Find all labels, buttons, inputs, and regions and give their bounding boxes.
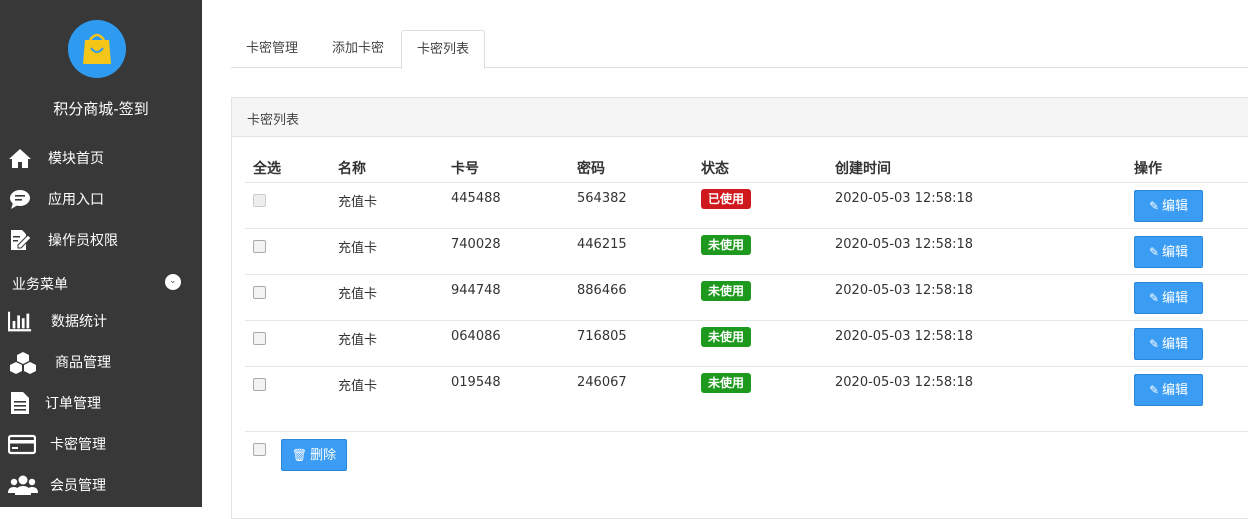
header-actions: 操作 — [1134, 161, 1162, 177]
cubes-icon — [10, 352, 36, 374]
cell-name: 充值卡 — [338, 379, 378, 394]
sidebar-item-label: 商品管理 — [55, 355, 111, 371]
credit-card-icon — [8, 434, 36, 455]
header-status: 状态 — [701, 161, 729, 177]
sidebar: 积分商城-签到 模块首页 应用入口 操作员权限 业务菜单 ⌄ 数据统计 商品管理… — [0, 0, 202, 507]
sidebar-item-cards[interactable]: 卡密管理 — [0, 429, 202, 459]
cell-password: 716805 — [577, 329, 627, 344]
sidebar-item-label: 会员管理 — [50, 478, 106, 494]
sidebar-item-label: 数据统计 — [51, 314, 107, 330]
edit-icon: ✎ — [1148, 383, 1160, 397]
cell-created-time: 2020-05-03 12:58:18 — [835, 375, 974, 390]
tab-bar: 卡密管理 添加卡密 卡密列表 — [231, 30, 1248, 69]
tab-card-list[interactable]: 卡密列表 — [401, 30, 485, 69]
edit-button[interactable]: ✎ 编辑 — [1134, 282, 1203, 314]
cell-name: 充值卡 — [338, 195, 378, 210]
delete-button[interactable]: 🗑 删除 — [281, 439, 347, 471]
cell-password: 446215 — [577, 237, 627, 252]
sidebar-item-app-entry[interactable]: 应用入口 — [0, 184, 202, 214]
cell-card-number: 944748 — [451, 283, 501, 298]
sidebar-item-operator-permission[interactable]: 操作员权限 — [0, 225, 202, 255]
cell-password: 246067 — [577, 375, 627, 390]
tab-card-management[interactable]: 卡密管理 — [231, 30, 313, 67]
sidebar-section-title: 业务菜单 — [12, 277, 68, 293]
edit-button[interactable]: ✎ 编辑 — [1134, 190, 1203, 222]
tab-add-card[interactable]: 添加卡密 — [317, 30, 399, 67]
row-checkbox[interactable] — [253, 378, 266, 391]
cell-card-number: 740028 — [451, 237, 501, 252]
table-divider — [245, 274, 1248, 275]
edit-button[interactable]: ✎ 编辑 — [1134, 236, 1203, 268]
cell-card-number: 019548 — [451, 375, 501, 390]
table-footer-divider — [245, 431, 1248, 432]
status-badge: 已使用 — [701, 189, 752, 209]
row-checkbox[interactable] — [253, 240, 266, 253]
edit-icon: ✎ — [1148, 199, 1160, 213]
row-checkbox[interactable] — [253, 194, 266, 207]
sidebar-item-home[interactable]: 模块首页 — [0, 143, 202, 173]
app-brand-name: 积分商城-签到 — [53, 100, 149, 118]
edit-icon: ✎ — [1148, 291, 1160, 305]
sidebar-item-products[interactable]: 商品管理 — [0, 347, 202, 377]
table-divider — [245, 366, 1248, 367]
sidebar-item-label: 应用入口 — [48, 192, 104, 208]
cell-password: 564382 — [577, 191, 627, 206]
status-badge: 未使用 — [701, 281, 752, 301]
file-text-icon — [11, 392, 29, 414]
sidebar-item-label: 卡密管理 — [50, 437, 106, 453]
footer-select-all-checkbox[interactable] — [253, 443, 266, 456]
sidebar-item-label: 订单管理 — [45, 396, 101, 412]
table-divider — [245, 228, 1248, 229]
table-divider — [245, 320, 1248, 321]
edit-document-icon — [11, 230, 32, 250]
table-divider — [245, 182, 1248, 183]
sidebar-item-members[interactable]: 会员管理 — [0, 470, 202, 500]
sidebar-item-statistics[interactable]: 数据统计 — [0, 306, 202, 336]
status-badge: 未使用 — [701, 373, 752, 393]
shopping-bag-icon — [83, 33, 111, 64]
cell-name: 充值卡 — [338, 241, 378, 256]
cell-created-time: 2020-05-03 12:58:18 — [835, 237, 974, 252]
header-name: 名称 — [338, 161, 366, 177]
cell-card-number: 064086 — [451, 329, 501, 344]
bar-chart-icon — [8, 311, 32, 332]
app-logo — [68, 20, 126, 78]
users-icon — [8, 475, 38, 495]
status-badge: 未使用 — [701, 327, 752, 347]
cell-password: 886466 — [577, 283, 627, 298]
sidebar-item-label: 模块首页 — [48, 151, 104, 167]
edit-button[interactable]: ✎ 编辑 — [1134, 328, 1203, 360]
row-checkbox[interactable] — [253, 286, 266, 299]
cell-name: 充值卡 — [338, 287, 378, 302]
cell-card-number: 445488 — [451, 191, 501, 206]
header-created-time: 创建时间 — [835, 161, 891, 177]
cell-created-time: 2020-05-03 12:58:18 — [835, 191, 974, 206]
sidebar-item-orders[interactable]: 订单管理 — [0, 388, 202, 418]
header-select-all[interactable]: 全选 — [253, 158, 281, 178]
status-badge: 未使用 — [701, 235, 752, 255]
row-checkbox[interactable] — [253, 332, 266, 345]
cell-created-time: 2020-05-03 12:58:18 — [835, 329, 974, 344]
card-list-panel: 卡密列表 — [231, 97, 1248, 519]
trash-icon: 🗑 — [291, 448, 308, 462]
panel-title: 卡密列表 — [247, 113, 300, 128]
header-password: 密码 — [577, 161, 605, 177]
chevron-down-icon: ⌄ — [169, 276, 177, 286]
panel-header: 卡密列表 — [232, 98, 1248, 137]
header-card-number: 卡号 — [451, 161, 479, 177]
edit-icon: ✎ — [1148, 337, 1160, 351]
cell-name: 充值卡 — [338, 333, 378, 348]
section-toggle-button[interactable]: ⌄ — [165, 274, 181, 290]
edit-button[interactable]: ✎ 编辑 — [1134, 374, 1203, 406]
edit-icon: ✎ — [1148, 245, 1160, 259]
cell-created-time: 2020-05-03 12:58:18 — [835, 283, 974, 298]
home-icon — [9, 149, 31, 168]
sidebar-item-label: 操作员权限 — [48, 233, 118, 249]
chat-bubble-icon — [10, 190, 30, 209]
